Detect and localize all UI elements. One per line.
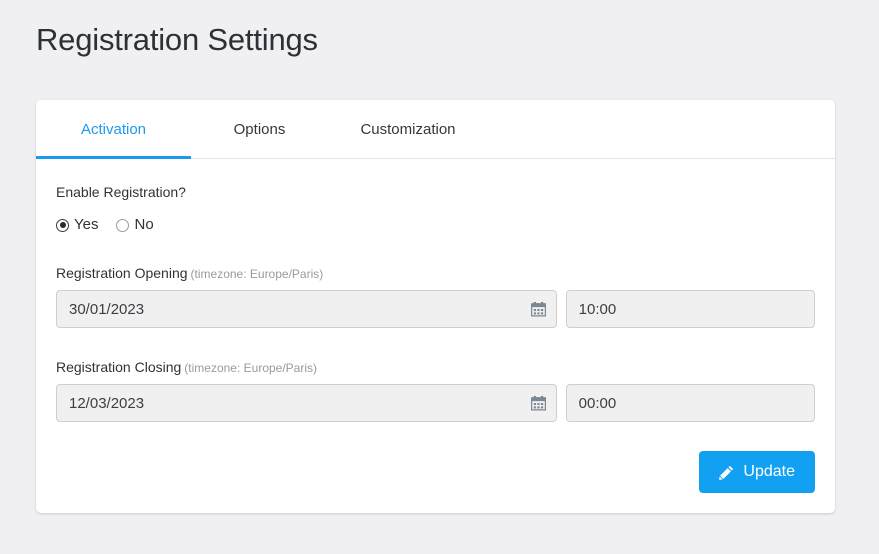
registration-closing-timezone: (timezone: Europe/Paris) [184,361,318,375]
update-button[interactable]: Update [699,451,815,493]
registration-closing-date-input[interactable] [56,384,557,422]
registration-closing-date-wrap [56,384,557,422]
registration-opening-date-input[interactable] [56,290,557,328]
radio-no-marker[interactable] [116,218,130,232]
registration-opening-date-wrap [56,290,557,328]
tab-customization[interactable]: Customization [328,100,488,158]
registration-opening-group: Registration Opening (timezone: Europe/Pa… [56,264,815,328]
registration-settings-card: Activation Options Customization Enable … [36,100,835,513]
registration-opening-time-input[interactable] [565,290,815,328]
radio-yes-marker[interactable] [56,218,69,232]
registration-closing-time-wrap [565,384,815,422]
tab-activation[interactable]: Activation [36,100,191,159]
radio-option-yes[interactable]: Yes [56,216,98,234]
registration-opening-label-text: Registration Opening [56,265,188,281]
registration-closing-label-text: Registration Closing [56,359,182,375]
radio-no-label: No [134,216,154,233]
activation-panel: Enable Registration? Yes No Registration… [36,159,835,422]
registration-closing-label: Registration Closing (timezone: Europe/Pa… [56,358,815,377]
registration-opening-time-wrap [565,290,815,328]
pencil-icon [719,465,734,480]
tab-customization-label: Customization [360,120,456,138]
registration-closing-inputs [56,384,815,422]
page-title: Registration Settings [36,22,318,57]
tab-options-label: Options [233,120,286,138]
radio-option-no[interactable]: No [116,216,154,234]
registration-opening-label: Registration Opening (timezone: Europe/Pa… [56,264,815,283]
card-footer: Update [699,451,815,493]
registration-opening-timezone: (timezone: Europe/Paris) [190,267,324,281]
enable-registration-label: Enable Registration? [56,184,186,200]
tab-options[interactable]: Options [191,100,328,158]
registration-closing-group: Registration Closing (timezone: Europe/Pa… [56,358,815,422]
radio-yes-label: Yes [74,216,99,233]
update-button-label: Update [743,463,795,480]
enable-registration-radio-group: Yes No [56,216,815,234]
registration-opening-inputs [56,290,815,328]
tab-activation-label: Activation [80,120,147,138]
tab-bar: Activation Options Customization [36,100,835,159]
registration-closing-time-input[interactable] [565,384,815,422]
